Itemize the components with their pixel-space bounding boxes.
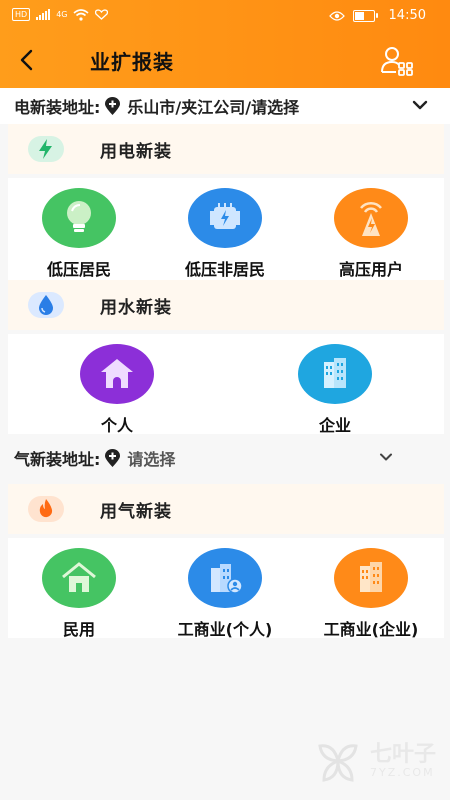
item-label: 个人 [100, 416, 133, 435]
tower-icon [334, 188, 408, 248]
house-icon [80, 344, 154, 404]
water-section-title: 用水新装 [100, 297, 172, 318]
status-right: 14:50 [328, 8, 426, 23]
flame-icon [28, 496, 64, 522]
building-person-icon [188, 548, 262, 608]
water-drop-icon [28, 292, 64, 318]
electric-address-label: 电新装地址: [14, 98, 101, 117]
water-enterprise-button[interactable]: 企业 [280, 344, 390, 436]
eye-icon [328, 10, 345, 21]
water-grid: 个人 企业 [8, 334, 444, 436]
transformer-icon [188, 188, 262, 248]
gas-address-label: 气新装地址: [14, 450, 101, 469]
gas-section-header: 用气新装 [8, 484, 444, 534]
low-voltage-nonresidential-button[interactable]: 低压非居民 [170, 188, 280, 280]
watermark-text: 七叶子 7YZ.COM [369, 741, 436, 779]
electric-address-row: 电新装地址: 乐山市/夹江公司/请选择 [0, 88, 450, 124]
heart-icon [95, 9, 109, 20]
electric-section-title: 用电新装 [100, 141, 172, 162]
hd-chip: HD [12, 8, 31, 21]
water-section-header: 用水新装 [8, 280, 444, 330]
low-voltage-residential-button[interactable]: 低压居民 [24, 188, 134, 280]
location-pin-icon [105, 96, 121, 115]
gas-section-title: 用气新装 [100, 501, 172, 522]
wifi-icon [73, 8, 90, 21]
watermark-name: 七叶子 [369, 741, 436, 767]
item-label: 民用 [62, 620, 95, 639]
lightbulb-icon [42, 188, 116, 248]
watermark-domain: 7YZ.COM [369, 765, 435, 779]
building-icon [334, 548, 408, 608]
electric-address-selector[interactable]: 乐山市/夹江公司/请选择 [104, 94, 299, 118]
item-label: 工商业(个人) [177, 620, 273, 639]
electric-grid: 低压居民 低压非居民 高压用户 [8, 178, 444, 280]
user-menu-icon[interactable] [380, 45, 414, 77]
leaf-logo-icon [318, 744, 358, 782]
back-arrow-icon[interactable] [14, 47, 40, 73]
high-voltage-user-button[interactable]: 高压用户 [316, 188, 426, 280]
signal-icon [36, 9, 51, 20]
status-bar: HD 4G 14:50 [0, 0, 450, 32]
gas-address-selector[interactable]: 请选择 [104, 446, 175, 470]
chevron-down-icon[interactable] [412, 99, 428, 111]
gas-commercial-enterprise-button[interactable]: 工商业(企业) [316, 548, 426, 640]
house-icon [42, 548, 116, 608]
item-label: 工商业(企业) [323, 620, 419, 639]
building-icon [298, 344, 372, 404]
battery-icon [352, 9, 378, 22]
item-label: 低压非居民 [184, 260, 265, 279]
gas-commercial-personal-button[interactable]: 工商业(个人) [170, 548, 280, 640]
gas-residential-button[interactable]: 民用 [24, 548, 134, 640]
item-label: 企业 [318, 416, 351, 435]
status-time: 14:50 [388, 8, 426, 23]
status-left: HD 4G [12, 8, 109, 21]
lightning-icon [28, 136, 64, 162]
item-label: 高压用户 [338, 260, 403, 279]
electric-address-value: 乐山市/夹江公司/请选择 [127, 98, 300, 117]
chevron-down-icon[interactable] [378, 451, 394, 463]
item-label: 低压居民 [46, 260, 111, 279]
watermark: 七叶子 7YZ.COM [312, 736, 436, 786]
location-pin-icon [105, 448, 121, 467]
water-personal-button[interactable]: 个人 [62, 344, 172, 436]
gas-address-value: 请选择 [127, 450, 176, 469]
gas-address-row: 气新装地址: 请选择 [0, 440, 450, 476]
electric-section-header: 用电新装 [8, 124, 444, 174]
page-title: 业扩报装 [90, 50, 174, 74]
gas-grid: 民用 工商业(个人) 工商业(企业) [8, 538, 444, 640]
app-header: 业扩报装 [0, 32, 450, 88]
network-chip: 4G [56, 10, 68, 19]
